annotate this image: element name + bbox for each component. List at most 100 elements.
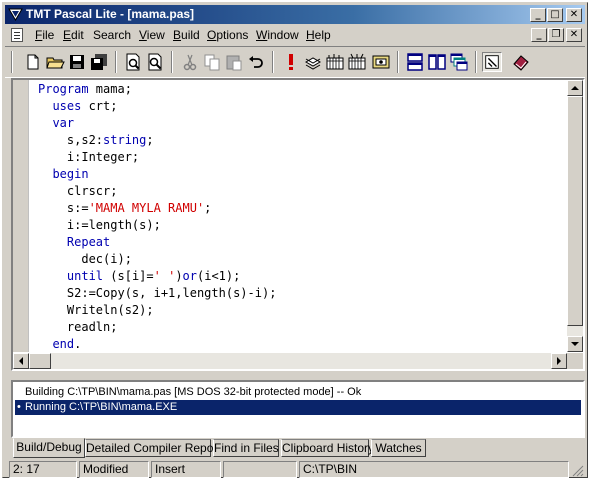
tab-watches[interactable]: Watches	[371, 439, 426, 457]
message-text: Building C:\TP\BIN\mama.pas [MS DOS 32-b…	[25, 386, 362, 398]
new-file-icon[interactable]	[23, 52, 43, 72]
arrow-up-icon	[571, 86, 579, 90]
code-line[interactable]: Program mama;	[38, 81, 276, 98]
code-line[interactable]: end.	[38, 336, 276, 353]
print-preview-icon[interactable]	[123, 52, 143, 72]
code-token: (s[i]=	[110, 269, 154, 283]
vertical-scrollbar[interactable]	[567, 80, 583, 352]
keyword-token: or	[182, 269, 197, 283]
horizontal-scroll-thumb[interactable]	[29, 353, 51, 369]
debug-window-icon[interactable]	[371, 52, 391, 72]
maximize-button[interactable]: □	[547, 8, 563, 22]
close-button[interactable]: ✕	[566, 8, 582, 22]
code-token: s,s2:	[38, 133, 104, 147]
keyword-token: Repeat	[66, 235, 111, 249]
scroll-down-button[interactable]	[567, 336, 583, 352]
string-token: 'MAMA MYLA RAMU'	[88, 201, 205, 215]
menu-file[interactable]: File	[35, 28, 54, 42]
cascade-icon[interactable]	[449, 52, 469, 72]
code-token: S2:=Copy(s, i+1,length(s)-i);	[38, 286, 277, 300]
menu-view[interactable]: View	[139, 28, 165, 42]
resize-grip-icon[interactable]	[572, 465, 584, 477]
tab-clipboard-history[interactable]: Clipboard History	[281, 439, 374, 457]
menu-window[interactable]: Window	[256, 28, 299, 42]
toolbar-separator	[115, 51, 117, 73]
code-line[interactable]: readln;	[38, 319, 276, 336]
tile-vertical-icon[interactable]	[427, 52, 447, 72]
save-all-icon[interactable]	[89, 52, 109, 72]
code-line[interactable]: Repeat	[38, 234, 276, 251]
tile-horizontal-icon[interactable]	[405, 52, 425, 72]
keyword-token: end	[52, 337, 75, 351]
keyword-token: var	[52, 116, 75, 130]
code-line[interactable]: var	[38, 115, 276, 132]
keyword-token: begin	[52, 167, 89, 181]
code-token: crt;	[88, 99, 118, 113]
code-editor[interactable]: Program mama; uses crt; var s,s2:string;…	[11, 78, 585, 371]
build-icon[interactable]	[325, 52, 345, 72]
message-line-selected[interactable]: • Running C:\TP\BIN\mama.EXE	[15, 400, 581, 415]
tab-detailed-compiler-report[interactable]: Detailed Compiler Report	[85, 439, 221, 457]
menu-options[interactable]: Options	[207, 28, 248, 42]
code-line[interactable]: begin	[38, 166, 276, 183]
code-line[interactable]: i:=length(s);	[38, 217, 276, 234]
toolbar-separator	[475, 51, 477, 73]
find-icon[interactable]	[145, 52, 165, 72]
code-line[interactable]: clrscr;	[38, 183, 276, 200]
menu-build[interactable]: Build	[173, 28, 200, 42]
code-token: dec(i);	[38, 252, 132, 266]
tab-find-in-files[interactable]: Find in Files	[213, 439, 279, 457]
message-panel[interactable]: Building C:\TP\BIN\mama.pas [MS DOS 32-b…	[11, 380, 585, 438]
message-line[interactable]: Building C:\TP\BIN\mama.pas [MS DOS 32-b…	[15, 385, 581, 400]
mdi-minimize-button[interactable]: _	[531, 28, 547, 42]
run-icon[interactable]	[281, 52, 301, 72]
keyword-token: until	[66, 269, 111, 283]
code-line[interactable]: Writeln(s2);	[38, 302, 276, 319]
tab-build-debug[interactable]: Build/Debug	[13, 438, 85, 458]
menu-help[interactable]: Help	[306, 28, 331, 42]
copy-icon[interactable]	[202, 52, 222, 72]
code-token: ;	[204, 201, 212, 215]
code-line[interactable]: s,s2:string;	[38, 132, 276, 149]
status-empty	[223, 461, 297, 478]
help-book-icon[interactable]	[511, 52, 531, 72]
code-line[interactable]: uses crt;	[38, 98, 276, 115]
paste-icon[interactable]	[224, 52, 244, 72]
compile-icon[interactable]	[303, 52, 323, 72]
code-line[interactable]: dec(i);	[38, 251, 276, 268]
make-icon[interactable]	[347, 52, 367, 72]
source-code[interactable]: Program mama; uses crt; var s,s2:string;…	[38, 81, 276, 353]
bullet-icon: •	[17, 401, 21, 413]
toolbar-separator	[171, 51, 173, 73]
minimize-button[interactable]: _	[530, 8, 546, 22]
code-line[interactable]: i:Integer;	[38, 149, 276, 166]
code-line[interactable]: until (s[i]=' ')or(i<1);	[38, 268, 276, 285]
mdi-restore-button[interactable]: ❐	[548, 28, 564, 42]
string-token: ' '	[153, 269, 176, 283]
mdi-close-button[interactable]: ✕	[566, 28, 582, 42]
cut-icon[interactable]	[180, 52, 200, 72]
keyword-token: uses	[52, 99, 89, 113]
scroll-right-button[interactable]	[551, 353, 567, 369]
title-bar[interactable]: TMT Pascal Lite - [mama.pas] _ □ ✕	[5, 5, 585, 24]
undo-icon[interactable]	[246, 52, 266, 72]
scroll-left-button[interactable]	[13, 353, 29, 369]
document-icon[interactable]	[11, 28, 23, 42]
app-window: TMT Pascal Lite - [mama.pas] _ □ ✕ File …	[2, 2, 588, 478]
menu-search[interactable]: Search	[93, 28, 131, 42]
code-line[interactable]: S2:=Copy(s, i+1,length(s)-i);	[38, 285, 277, 302]
help-toggle-icon[interactable]	[482, 52, 502, 72]
code-line[interactable]: s:='MAMA MYLA RAMU';	[38, 200, 276, 217]
horizontal-scrollbar[interactable]	[13, 353, 567, 369]
save-icon[interactable]	[67, 52, 87, 72]
menu-edit[interactable]: Edit	[63, 28, 84, 42]
scroll-up-button[interactable]	[567, 80, 583, 96]
code-token: readln;	[38, 320, 118, 334]
status-path: C:\TP\BIN	[299, 461, 569, 478]
open-folder-icon[interactable]	[45, 52, 65, 72]
vertical-scroll-thumb[interactable]	[567, 96, 583, 326]
